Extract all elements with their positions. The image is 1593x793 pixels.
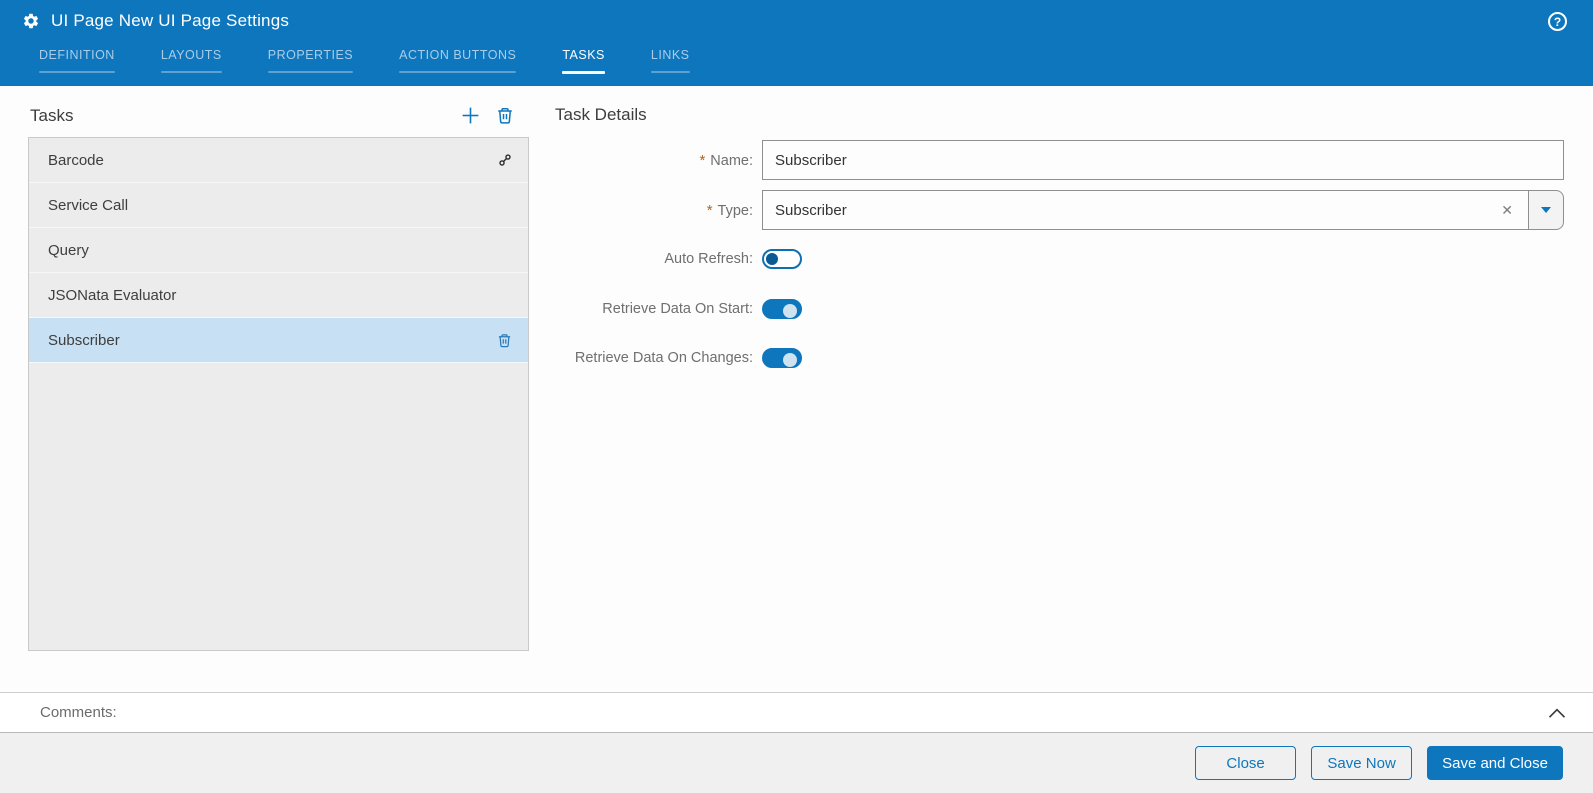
collapse-comments-button[interactable]: [1547, 706, 1567, 720]
delete-task-button[interactable]: [496, 106, 514, 125]
trash-icon: [498, 108, 512, 124]
tab-label: DEFINITION: [39, 48, 115, 62]
retrieve-data-on-changes-toggle[interactable]: [762, 348, 802, 368]
tab-layouts[interactable]: LAYOUTS: [152, 48, 231, 74]
comments-bar: Comments:: [0, 692, 1593, 733]
required-asterisk: *: [706, 201, 713, 219]
help-icon[interactable]: ?: [1548, 12, 1567, 31]
delete-row-button[interactable]: [497, 332, 512, 349]
header: UI Page New UI Page Settings ? DEFINITIO…: [0, 0, 1593, 86]
tab-label: PROPERTIES: [267, 48, 354, 62]
gear-icon: [22, 12, 40, 30]
tab-bar: DEFINITION LAYOUTS PROPERTIES ACTION BUT…: [30, 48, 699, 74]
tab-underline: [39, 71, 115, 73]
name-input[interactable]: [762, 140, 1564, 180]
retrieve-data-on-changes-label: Retrieve Data On Changes:: [574, 350, 753, 366]
type-field-row: *Type: ✕: [0, 190, 1564, 230]
save-now-button[interactable]: Save Now: [1311, 746, 1413, 780]
toggle-knob: [783, 353, 797, 367]
toggle-knob: [766, 253, 778, 265]
tab-properties[interactable]: PROPERTIES: [259, 48, 362, 74]
comments-label: Comments:: [40, 704, 117, 721]
add-task-button[interactable]: [460, 105, 481, 126]
footer: Close Save Now Save and Close: [0, 733, 1593, 793]
toggle-knob: [783, 304, 797, 318]
close-button[interactable]: Close: [1195, 746, 1297, 780]
tab-label: LAYOUTS: [160, 48, 222, 62]
auto-refresh-row: Auto Refresh:: [0, 249, 1564, 269]
tab-links[interactable]: LINKS: [642, 48, 699, 74]
tab-label: LINKS: [650, 48, 690, 62]
trash-icon: [498, 333, 511, 347]
tab-action-buttons[interactable]: ACTION BUTTONS: [390, 48, 525, 74]
name-field-row: * Name:: [0, 140, 1564, 180]
name-label: * Name:: [699, 151, 753, 169]
type-input[interactable]: [762, 190, 1529, 230]
ui-page-settings-window: UI Page New UI Page Settings ? DEFINITIO…: [0, 0, 1593, 793]
required-asterisk: *: [699, 151, 706, 169]
retrieve-data-on-changes-row: Retrieve Data On Changes:: [0, 348, 1564, 368]
type-combobox: ✕: [762, 190, 1564, 230]
dropdown-button[interactable]: [1527, 190, 1564, 230]
tab-label: ACTION BUTTONS: [399, 48, 517, 62]
task-row-label: Subscriber: [48, 331, 120, 349]
tab-underline: [160, 71, 222, 73]
tab-tasks[interactable]: TASKS: [553, 48, 614, 74]
tasks-panel-header: Tasks: [30, 105, 528, 126]
chevron-down-icon: [1540, 207, 1551, 213]
clear-icon[interactable]: ✕: [1501, 203, 1513, 217]
type-label: * Type:: [706, 201, 753, 219]
retrieve-data-on-start-row: Retrieve Data On Start:: [0, 299, 1564, 319]
tab-underline: [650, 71, 690, 73]
task-details-title: Task Details: [555, 105, 647, 124]
save-and-close-button[interactable]: Save and Close: [1427, 746, 1563, 780]
page-title: UI Page New UI Page Settings: [51, 11, 290, 30]
tasks-panel-title: Tasks: [30, 105, 74, 125]
tab-label: TASKS: [562, 48, 605, 62]
tab-underline: [399, 71, 517, 73]
chevron-up-icon: [1548, 707, 1566, 718]
auto-refresh-label: Auto Refresh:: [664, 251, 753, 267]
tab-underline: [562, 71, 605, 74]
auto-refresh-toggle[interactable]: [762, 249, 802, 269]
retrieve-data-on-start-toggle[interactable]: [762, 299, 802, 319]
tab-definition[interactable]: DEFINITION: [30, 48, 124, 74]
tab-underline: [267, 71, 354, 73]
retrieve-data-on-start-label: Retrieve Data On Start:: [602, 301, 753, 317]
plus-icon: [462, 107, 479, 124]
